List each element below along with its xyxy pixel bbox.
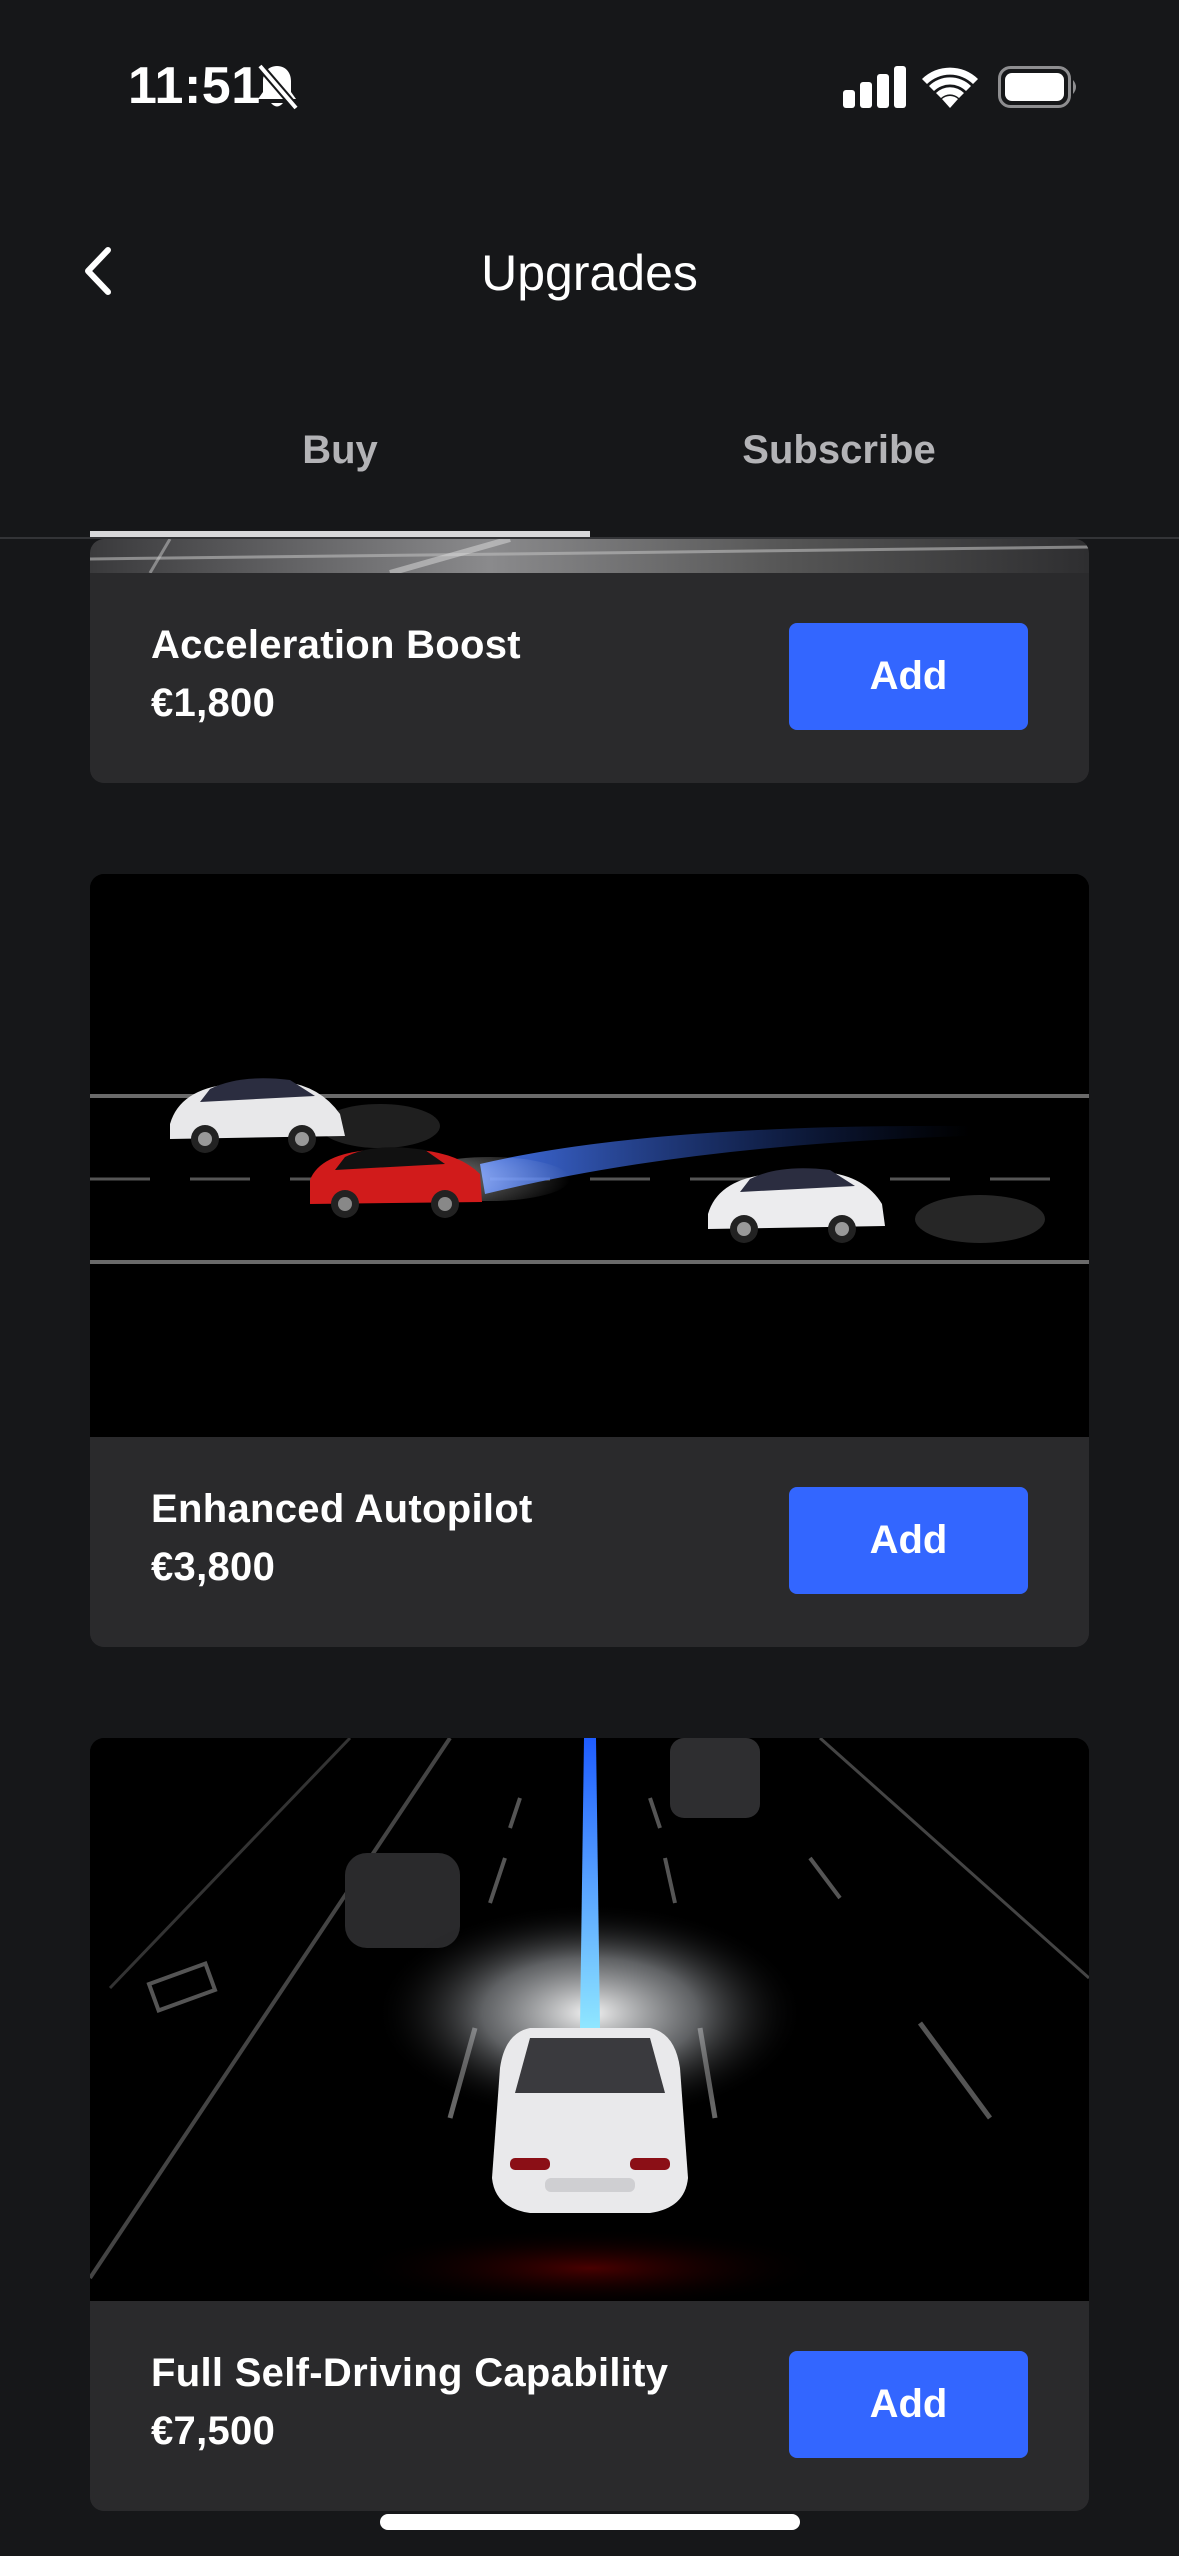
upgrade-card-footer: Full Self-Driving Capability €7,500 Add bbox=[90, 2301, 1089, 2511]
upgrade-name: Acceleration Boost bbox=[151, 623, 521, 667]
upgrade-card-footer: Enhanced Autopilot €3,800 Add bbox=[90, 1437, 1089, 1647]
tab-subscribe[interactable]: Subscribe bbox=[589, 428, 1089, 473]
cellular-signal-icon bbox=[843, 66, 906, 108]
upgrade-price: €3,800 bbox=[151, 1545, 276, 1589]
enhanced-autopilot-image bbox=[90, 874, 1089, 1437]
add-full-self-driving-button[interactable]: Add bbox=[789, 2351, 1028, 2458]
wifi-icon bbox=[922, 67, 978, 108]
add-acceleration-boost-button[interactable]: Add bbox=[789, 623, 1028, 730]
acceleration-boost-image bbox=[90, 539, 1089, 573]
add-enhanced-autopilot-button[interactable]: Add bbox=[789, 1487, 1028, 1594]
upgrade-name: Full Self-Driving Capability bbox=[151, 2351, 669, 2395]
upgrade-price: €7,500 bbox=[151, 2409, 276, 2453]
battery-icon bbox=[998, 66, 1076, 108]
upgrade-name: Enhanced Autopilot bbox=[151, 1487, 533, 1531]
full-self-driving-image bbox=[90, 1738, 1089, 2301]
upgrade-card-footer: Acceleration Boost €1,800 Add bbox=[90, 573, 1089, 783]
status-bar: 11:51 bbox=[0, 0, 1179, 170]
home-indicator[interactable] bbox=[380, 2514, 800, 2530]
active-tab-indicator bbox=[90, 531, 590, 537]
upgrade-card-acceleration-boost: Acceleration Boost €1,800 Add bbox=[90, 539, 1089, 783]
tab-buy[interactable]: Buy bbox=[90, 428, 590, 473]
page-title: Upgrades bbox=[481, 245, 698, 301]
upgrade-card-full-self-driving: Full Self-Driving Capability €7,500 Add bbox=[90, 1738, 1089, 2511]
bell-slash-icon bbox=[256, 63, 300, 111]
upgrade-price: €1,800 bbox=[151, 681, 276, 725]
upgrade-card-enhanced-autopilot: Enhanced Autopilot €3,800 Add bbox=[90, 874, 1089, 1647]
upgrades-screen: 11:51 Upgrades Buy Subscribe Acceleratio… bbox=[0, 0, 1179, 2556]
status-time: 11:51 bbox=[128, 57, 261, 115]
